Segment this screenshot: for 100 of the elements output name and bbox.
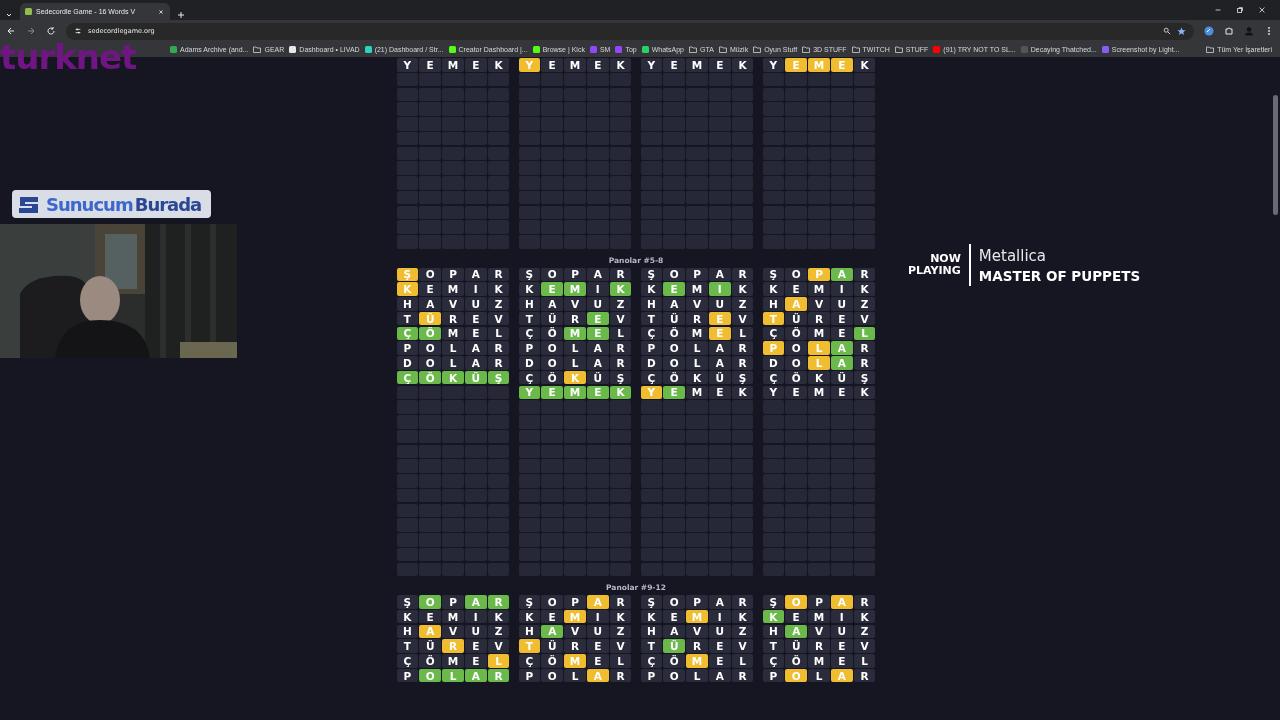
letter-tile: L	[487, 654, 510, 668]
letter-tile: K	[518, 282, 541, 296]
scrollbar-thumb[interactable]	[1273, 95, 1278, 215]
letter-tile: A	[785, 297, 808, 311]
letter-tile: V	[609, 639, 632, 653]
letter-tile: Ü	[830, 370, 853, 385]
letter-tile: O	[785, 267, 808, 281]
letter-tile: Y	[762, 58, 785, 72]
letter-tile: A	[586, 595, 609, 609]
zoom-icon[interactable]	[1163, 27, 1171, 35]
letter-tile: Ç	[762, 654, 785, 668]
back-icon[interactable]	[6, 26, 16, 36]
letter-tile: E	[785, 282, 808, 296]
letter-tile: K	[640, 282, 663, 296]
letter-tile: R	[609, 595, 632, 609]
letter-tile: R	[487, 341, 510, 355]
letter-tile: R	[487, 356, 510, 370]
letter-tile: I	[708, 609, 731, 624]
letter-tile: A	[830, 668, 853, 683]
letter-tile: L	[686, 668, 708, 683]
close-icon[interactable]	[157, 7, 165, 16]
letter-tile: Y	[518, 385, 541, 399]
folder-icon	[253, 46, 262, 53]
reload-icon[interactable]	[46, 26, 56, 36]
logo-text: Burada	[134, 193, 202, 215]
letter-tile: A	[541, 624, 564, 638]
letter-tile: Ç	[762, 326, 785, 340]
letter-tile: E	[586, 326, 609, 340]
letter-tile: E	[708, 326, 731, 340]
letter-tile: P	[640, 341, 663, 355]
letter-tile: A	[708, 341, 731, 355]
letter-tile: A	[541, 297, 564, 311]
letter-tile: R	[609, 668, 632, 683]
letter-tile: E	[785, 609, 808, 624]
letter-tile: D	[640, 356, 663, 370]
letter-tile: V	[853, 639, 876, 653]
letter-tile: M	[442, 58, 464, 72]
folder-icon	[894, 46, 903, 53]
star-icon[interactable]	[1177, 26, 1186, 36]
letter-tile: O	[785, 668, 808, 683]
letter-tile: L	[808, 668, 830, 683]
letter-tile: Ü	[708, 370, 731, 385]
letter-tile: E	[419, 609, 442, 624]
letter-tile: M	[564, 385, 586, 399]
letter-tile: O	[419, 267, 442, 281]
close-icon[interactable]	[1258, 6, 1266, 14]
letter-tile: P	[396, 668, 419, 683]
letter-tile: E	[830, 385, 853, 399]
letter-tile: A	[464, 668, 487, 683]
restore-icon[interactable]	[1236, 6, 1244, 14]
sponsor-logo: turknet	[0, 43, 137, 71]
letter-tile: R	[853, 341, 876, 355]
letter-tile: Y	[518, 58, 541, 72]
letter-tile: I	[830, 282, 853, 296]
letter-tile: Ü	[785, 311, 808, 326]
letter-tile: L	[808, 356, 830, 370]
folder-icon	[689, 46, 697, 53]
extension-icon[interactable]	[1204, 26, 1214, 36]
letter-tile: E	[464, 654, 487, 668]
letter-tile: A	[586, 356, 609, 370]
letter-tile: E	[663, 609, 686, 624]
letter-tile: Ç	[396, 370, 419, 385]
letter-tile: R	[609, 267, 632, 281]
letter-tile: Ş	[640, 595, 663, 609]
new-tab-icon[interactable]	[176, 10, 186, 20]
minimize-icon[interactable]	[1214, 6, 1222, 14]
letter-tile: K	[640, 609, 663, 624]
letter-tile: Z	[731, 297, 754, 311]
letter-tile: E	[830, 311, 853, 326]
letter-tile: P	[564, 595, 586, 609]
letter-tile: Ö	[541, 326, 564, 340]
letter-tile: E	[419, 58, 442, 72]
site-info-icon[interactable]	[74, 27, 82, 35]
letter-tile: M	[564, 609, 586, 624]
letter-tile: P	[686, 595, 708, 609]
letter-tile: T	[762, 311, 785, 326]
letter-tile: M	[686, 609, 708, 624]
letter-tile: Ç	[518, 654, 541, 668]
letter-tile: M	[564, 58, 586, 72]
letter-tile: Ö	[419, 370, 442, 385]
letter-tile: E	[708, 654, 731, 668]
letter-tile: L	[564, 668, 586, 683]
letter-tile: P	[564, 267, 586, 281]
letter-tile: K	[396, 282, 419, 296]
letter-tile: O	[541, 341, 564, 355]
letter-tile: L	[609, 654, 632, 668]
letter-tile: R	[487, 668, 510, 683]
letter-tile: U	[830, 624, 853, 638]
letter-tile: Ü	[419, 311, 442, 326]
forward-icon[interactable]	[26, 26, 36, 36]
letter-tile: O	[785, 356, 808, 370]
letter-tile: K	[731, 282, 754, 296]
letter-tile: Ü	[663, 311, 686, 326]
letter-tile: K	[762, 282, 785, 296]
letter-tile: E	[464, 326, 487, 340]
letter-tile: U	[586, 297, 609, 311]
letter-tile: Ö	[663, 370, 686, 385]
letter-tile: Ş	[487, 370, 510, 385]
letter-tile: M	[808, 654, 830, 668]
letter-tile: K	[731, 609, 754, 624]
